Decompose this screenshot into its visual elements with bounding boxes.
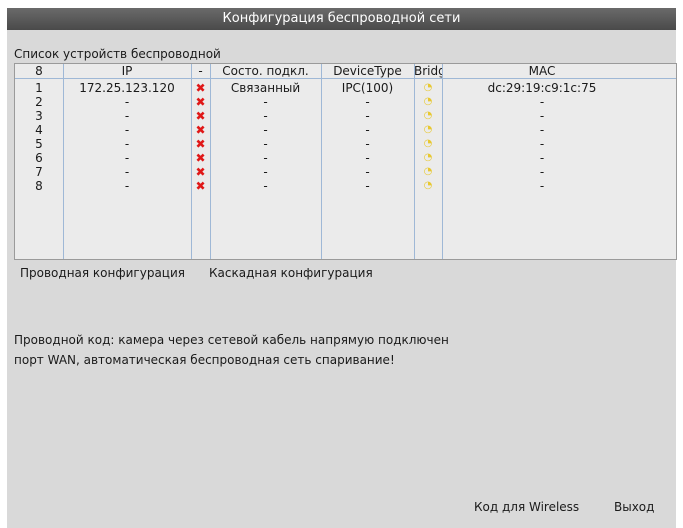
- bridge-icon[interactable]: ◔: [414, 179, 442, 193]
- bridge-icon[interactable]: ◔: [414, 165, 442, 179]
- row-3-mac: -: [539, 109, 545, 123]
- disconnect-icon[interactable]: ✖: [191, 137, 210, 151]
- device-table: 8 IP - Состо. подкл. DeviceType Bridge M…: [14, 63, 677, 260]
- row-2-number: 2: [35, 95, 43, 109]
- row-1-mac: dc:29:19:c9:1c:75: [487, 81, 597, 95]
- wired-code-note-line-1: Проводной код: камера через сетевой кабе…: [14, 333, 449, 347]
- bridge-icon[interactable]: ◔: [414, 151, 442, 165]
- col-header-ip[interactable]: IP: [63, 64, 191, 78]
- row-1-state: Связанный: [230, 81, 301, 95]
- row-4-type: -: [365, 123, 370, 137]
- row-7-state: -: [263, 165, 268, 179]
- col-header-bridge[interactable]: Bridge: [414, 64, 442, 78]
- row-6-type: -: [365, 151, 370, 165]
- col-header-status-mark[interactable]: -: [191, 64, 210, 78]
- header-divider: [15, 78, 676, 79]
- row-6-ip: -: [124, 151, 130, 165]
- disconnect-icon[interactable]: ✖: [191, 151, 210, 165]
- row-5-mac: -: [539, 137, 545, 151]
- col-header-number[interactable]: 8: [15, 64, 63, 78]
- bridge-icon[interactable]: ◔: [414, 109, 442, 123]
- device-list-caption: Список устройств беспроводной: [14, 47, 221, 61]
- row-1-type: IPC(100): [341, 81, 394, 95]
- row-5-type: -: [365, 137, 370, 151]
- row-6-mac: -: [539, 151, 545, 165]
- row-7-ip: -: [124, 165, 130, 179]
- row-2-state: -: [263, 95, 268, 109]
- col-header-device-type[interactable]: DeviceType: [321, 64, 414, 78]
- col-header-mac[interactable]: MAC: [442, 64, 642, 78]
- row-7-number: 7: [35, 165, 43, 179]
- wired-code-note-line-2: порт WAN, автоматическая беспроводная се…: [14, 353, 395, 367]
- window-title: Конфигурация беспроводной сети: [7, 8, 676, 30]
- row-8-state: -: [263, 179, 268, 193]
- row-6-state: -: [263, 151, 268, 165]
- bridge-icon[interactable]: ◔: [414, 137, 442, 151]
- row-8-type: -: [365, 179, 370, 193]
- bridge-icon[interactable]: ◔: [414, 95, 442, 109]
- disconnect-icon[interactable]: ✖: [191, 95, 210, 109]
- row-4-mac: -: [539, 123, 545, 137]
- row-2-mac: -: [539, 95, 545, 109]
- row-5-ip: -: [124, 137, 130, 151]
- row-7-mac: -: [539, 165, 545, 179]
- row-1-number: 1: [35, 81, 43, 95]
- row-3-state: -: [263, 109, 268, 123]
- row-1-ip: 172.25.123.120: [79, 81, 175, 95]
- bridge-icon[interactable]: ◔: [414, 81, 442, 95]
- row-4-number: 4: [35, 123, 43, 137]
- bridge-icon[interactable]: ◔: [414, 123, 442, 137]
- disconnect-icon[interactable]: ✖: [191, 165, 210, 179]
- disconnect-icon[interactable]: ✖: [191, 109, 210, 123]
- row-4-ip: -: [124, 123, 130, 137]
- row-5-state: -: [263, 137, 268, 151]
- col-header-connection-state[interactable]: Состо. подкл.: [210, 64, 321, 78]
- row-8-number: 8: [35, 179, 43, 193]
- row-4-state: -: [263, 123, 268, 137]
- row-2-type: -: [365, 95, 370, 109]
- row-3-type: -: [365, 109, 370, 123]
- wireless-code-button[interactable]: Код для Wireless: [474, 500, 579, 514]
- tab-wired-config[interactable]: Проводная конфигурация: [20, 266, 185, 280]
- disconnect-icon[interactable]: ✖: [191, 179, 210, 193]
- row-3-number: 3: [35, 109, 43, 123]
- disconnect-icon[interactable]: ✖: [191, 123, 210, 137]
- tab-cascade-config[interactable]: Каскадная конфигурация: [209, 266, 373, 280]
- row-2-ip: -: [124, 95, 130, 109]
- row-5-number: 5: [35, 137, 43, 151]
- disconnect-icon[interactable]: ✖: [191, 81, 210, 95]
- row-7-type: -: [365, 165, 370, 179]
- row-8-ip: -: [124, 179, 130, 193]
- exit-button[interactable]: Выход: [614, 500, 654, 514]
- row-3-ip: -: [124, 109, 130, 123]
- row-8-mac: -: [539, 179, 545, 193]
- row-6-number: 6: [35, 151, 43, 165]
